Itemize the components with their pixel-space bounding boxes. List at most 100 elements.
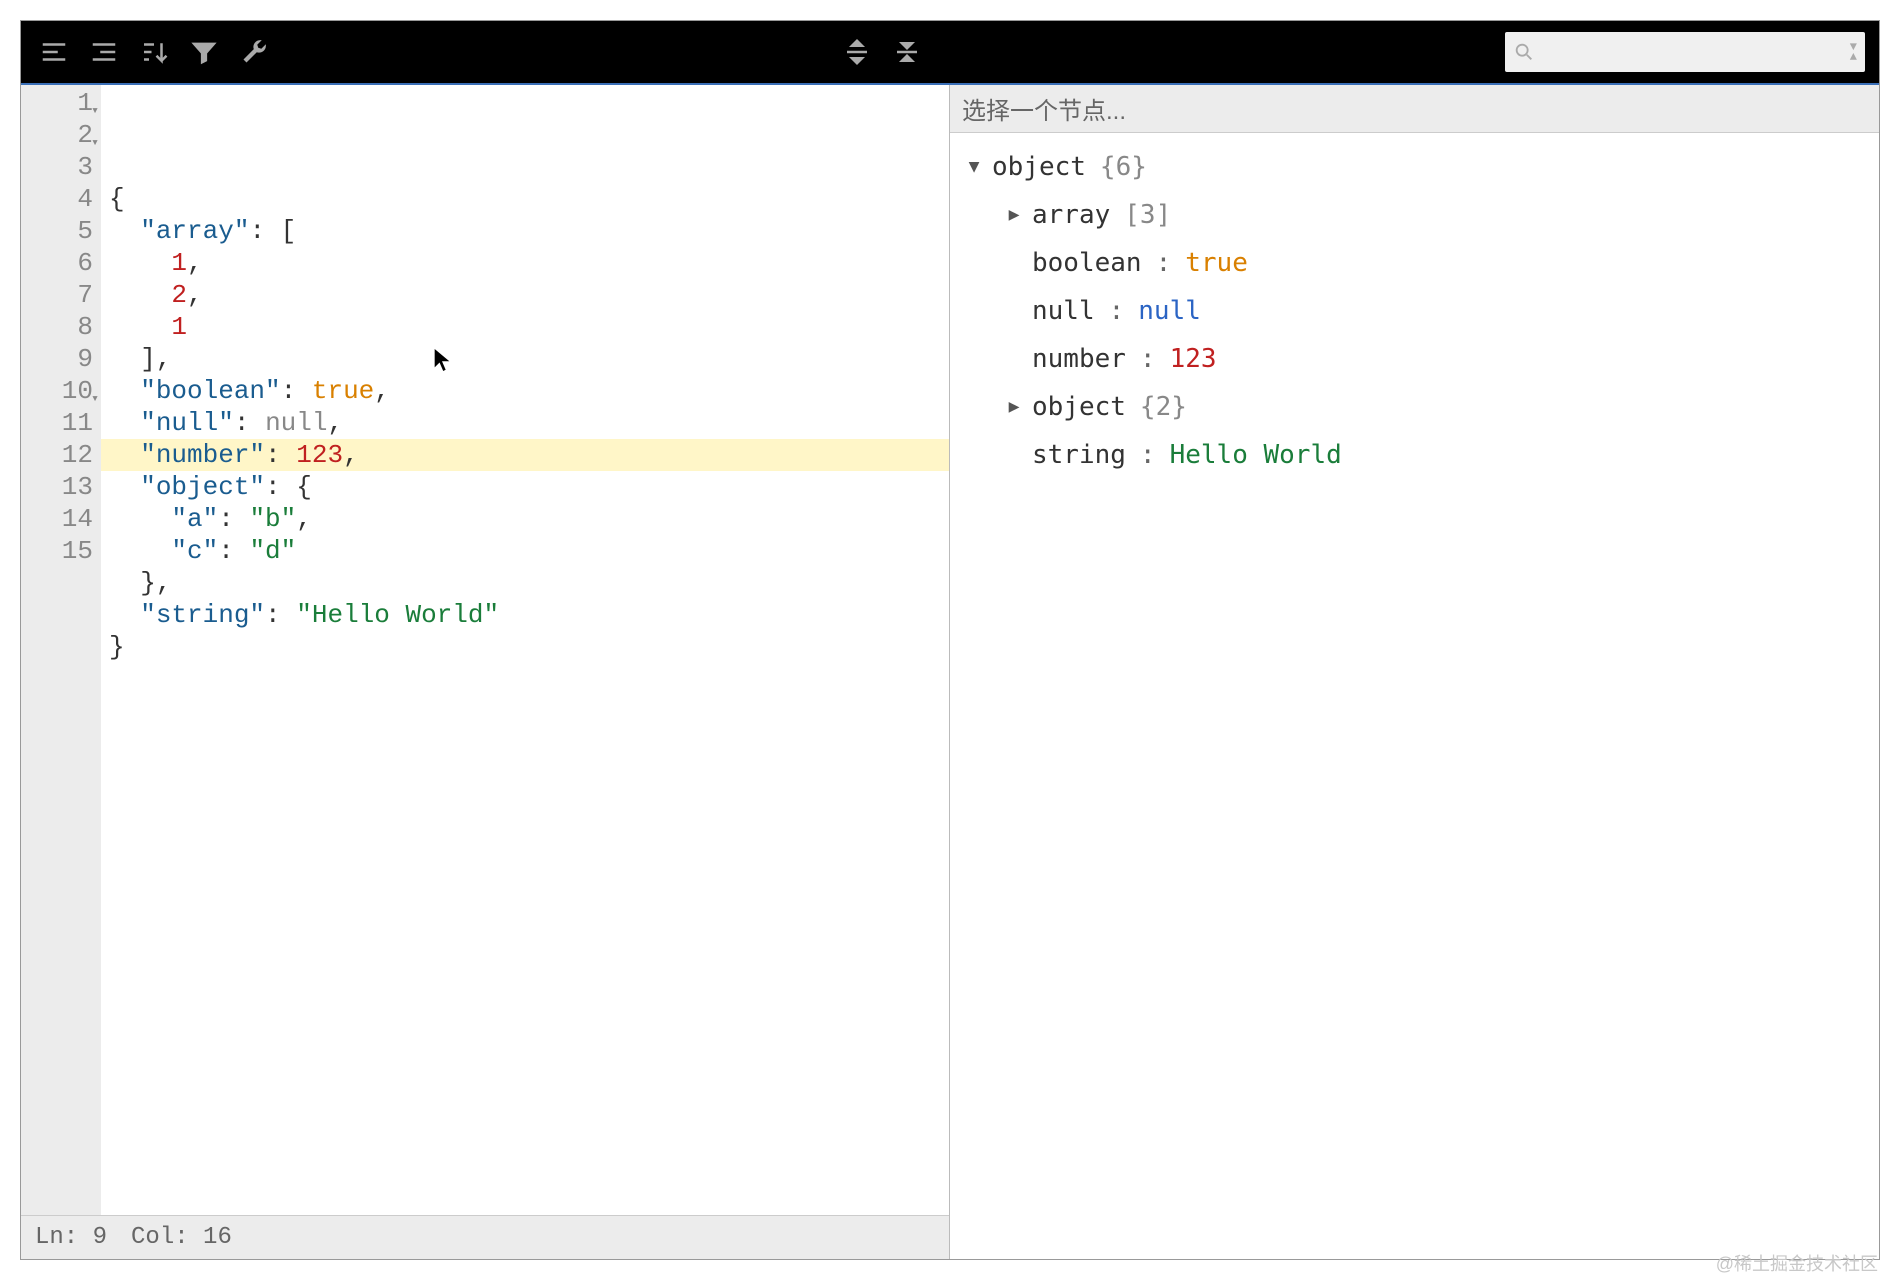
gutter-line: 2▾ bbox=[37, 119, 93, 151]
code-line[interactable]: "object": { bbox=[109, 471, 949, 503]
tree-node[interactable]: ▶array[3] bbox=[964, 191, 1865, 239]
tree-node[interactable]: ▶object {2} bbox=[964, 383, 1865, 431]
tree-node-value: null bbox=[1138, 287, 1201, 335]
token-bool: true bbox=[312, 376, 374, 406]
tree-node-value: Hello World bbox=[1170, 431, 1342, 479]
tree-body[interactable]: ▼object{6}▶array[3]▶boolean:true▶null:nu… bbox=[950, 133, 1879, 1259]
code-editor[interactable]: 1▾2▾345678910▾1112131415 { "array": [ 1,… bbox=[21, 85, 949, 1215]
token-punc: { bbox=[109, 184, 125, 214]
token-key: "boolean" bbox=[140, 376, 280, 406]
tree-header: 选择一个节点... bbox=[950, 85, 1879, 133]
tree-node[interactable]: ▶string:Hello World bbox=[964, 431, 1865, 479]
token-punc: : { bbox=[265, 472, 312, 502]
gutter-line: 13 bbox=[37, 471, 93, 503]
gutter-line: 12 bbox=[37, 439, 93, 471]
code-line[interactable]: } bbox=[109, 631, 949, 663]
toolbar-group-center bbox=[832, 27, 932, 77]
tree-node-meta: [3] bbox=[1124, 191, 1171, 239]
main-split: 1▾2▾345678910▾1112131415 { "array": [ 1,… bbox=[21, 83, 1879, 1259]
chevron-right-icon[interactable]: ▶ bbox=[1004, 383, 1024, 431]
code-line[interactable]: "null": null, bbox=[109, 407, 949, 439]
code-line[interactable]: ], bbox=[109, 343, 949, 375]
token-num: 2 bbox=[171, 280, 187, 310]
collapse-vertical-icon[interactable] bbox=[882, 27, 932, 77]
gutter-line: 3 bbox=[37, 151, 93, 183]
code-line[interactable]: 1 bbox=[109, 311, 949, 343]
tree-node-sep: : bbox=[1109, 287, 1125, 335]
tree-node-sep: : bbox=[1140, 431, 1156, 479]
token-punc: : bbox=[218, 536, 249, 566]
code-line[interactable]: 1, bbox=[109, 247, 949, 279]
format-left-icon[interactable] bbox=[79, 27, 129, 77]
code-line[interactable]: 2, bbox=[109, 279, 949, 311]
search-box[interactable]: ▼ ▲ bbox=[1505, 32, 1865, 72]
code-line[interactable]: "a": "b", bbox=[109, 503, 949, 535]
token-punc: : bbox=[234, 408, 265, 438]
token-punc: , bbox=[374, 376, 390, 406]
token-punc: : [ bbox=[249, 216, 296, 246]
gutter-line: 9 bbox=[37, 343, 93, 375]
token-key: "object" bbox=[140, 472, 265, 502]
status-col: Col: 16 bbox=[131, 1224, 232, 1251]
gutter-line: 5 bbox=[37, 215, 93, 247]
search-icon bbox=[1513, 41, 1535, 63]
tree-node-value: 123 bbox=[1170, 335, 1217, 383]
gutter-line: 4 bbox=[37, 183, 93, 215]
search-input[interactable] bbox=[1543, 41, 1844, 64]
sort-icon[interactable] bbox=[129, 27, 179, 77]
token-punc: ], bbox=[140, 344, 171, 374]
token-punc: , bbox=[327, 408, 343, 438]
token-punc: } bbox=[109, 632, 125, 662]
token-punc: , bbox=[296, 504, 312, 534]
tree-node-meta: {6} bbox=[1100, 143, 1147, 191]
code-line[interactable]: "array": [ bbox=[109, 215, 949, 247]
tree-node[interactable]: ▶boolean:true bbox=[964, 239, 1865, 287]
token-key: "a" bbox=[171, 504, 218, 534]
tree-node-meta: {2} bbox=[1140, 383, 1187, 431]
code-editor-pane: 1▾2▾345678910▾1112131415 { "array": [ 1,… bbox=[21, 85, 950, 1259]
token-null: null bbox=[265, 408, 327, 438]
expand-vertical-icon[interactable] bbox=[832, 27, 882, 77]
tree-node[interactable]: ▶null:null bbox=[964, 287, 1865, 335]
json-editor-app: ▼ ▲ 1▾2▾345678910▾1112131415 { "array": … bbox=[20, 20, 1880, 1260]
code-area[interactable]: { "array": [ 1, 2, 1 ], "boolean": true,… bbox=[101, 85, 949, 1215]
tree-node-label: number bbox=[1032, 335, 1126, 383]
gutter-line: 11 bbox=[37, 407, 93, 439]
code-line[interactable]: "c": "d" bbox=[109, 535, 949, 567]
token-punc: , bbox=[343, 440, 359, 470]
code-line[interactable]: { bbox=[109, 183, 949, 215]
toolbar-group-left bbox=[29, 27, 279, 77]
filter-icon[interactable] bbox=[179, 27, 229, 77]
watermark: @稀土掘金技术社区 bbox=[1716, 1250, 1878, 1276]
tree-pane: 选择一个节点... ▼object{6}▶array[3]▶boolean:tr… bbox=[950, 85, 1879, 1259]
wrench-icon[interactable] bbox=[229, 27, 279, 77]
gutter-line: 15 bbox=[37, 535, 93, 567]
tree-node-sep: : bbox=[1140, 335, 1156, 383]
tree-node[interactable]: ▼object {6} bbox=[964, 143, 1865, 191]
status-bar: Ln: 9 Col: 16 bbox=[21, 1215, 949, 1259]
token-key: "null" bbox=[140, 408, 234, 438]
tree-node[interactable]: ▶number:123 bbox=[964, 335, 1865, 383]
code-line[interactable]: "number": 123, bbox=[101, 439, 949, 471]
code-line[interactable]: }, bbox=[109, 567, 949, 599]
tree-node-label: object bbox=[1032, 383, 1126, 431]
code-line[interactable]: "boolean": true, bbox=[109, 375, 949, 407]
gutter-line: 10▾ bbox=[37, 375, 93, 407]
code-line[interactable]: "string": "Hello World" bbox=[109, 599, 949, 631]
token-punc: , bbox=[187, 280, 203, 310]
chevron-right-icon[interactable]: ▶ bbox=[1004, 191, 1024, 239]
line-gutter: 1▾2▾345678910▾1112131415 bbox=[21, 85, 101, 1215]
tree-node-value: true bbox=[1185, 239, 1248, 287]
token-punc: }, bbox=[140, 568, 171, 598]
token-str: "Hello World" bbox=[296, 600, 499, 630]
tree-node-label: string bbox=[1032, 431, 1126, 479]
token-num: 123 bbox=[296, 440, 343, 470]
tree-node-label: object bbox=[992, 143, 1086, 191]
search-prev-icon[interactable]: ▲ bbox=[1850, 52, 1857, 62]
chevron-down-icon[interactable]: ▼ bbox=[964, 143, 984, 191]
format-right-icon[interactable] bbox=[29, 27, 79, 77]
tree-node-label: null bbox=[1032, 287, 1095, 335]
token-str: "b" bbox=[249, 504, 296, 534]
token-key: "array" bbox=[140, 216, 249, 246]
token-key: "c" bbox=[171, 536, 218, 566]
